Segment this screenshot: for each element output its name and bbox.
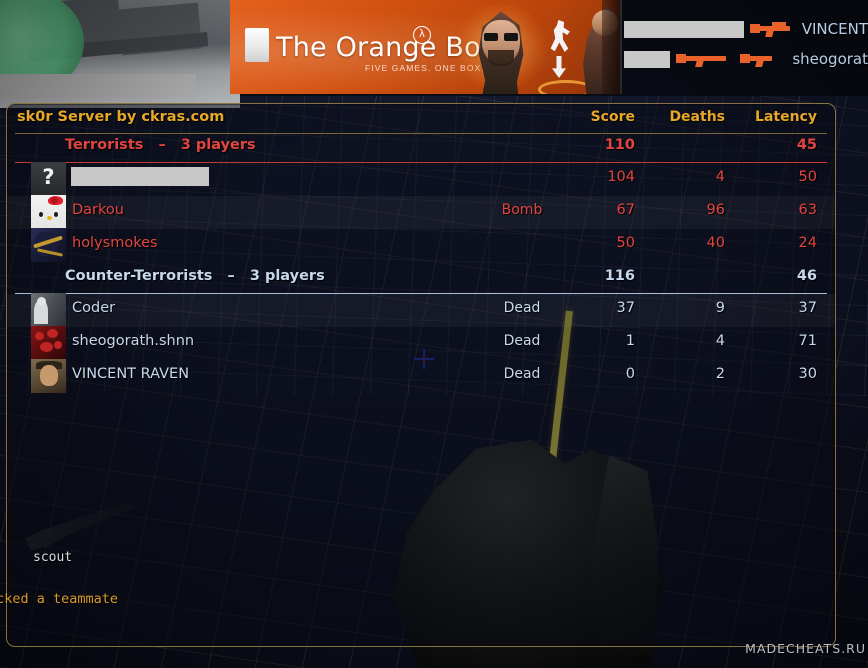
smg-icon: [740, 50, 786, 68]
team-score: 110: [604, 137, 635, 153]
player-latency: 30: [798, 366, 817, 382]
player-name: sheogorath.shnn: [72, 333, 195, 349]
player-score: 104: [607, 169, 635, 185]
team-dash: –: [158, 137, 166, 153]
table-row[interactable]: 104 4 50: [7, 162, 835, 196]
player-status: Dead: [503, 300, 541, 316]
team-header-terrorists: Terrorists – 3 players 110 45: [7, 133, 835, 163]
orange-box-logo-icon: [245, 28, 269, 62]
table-row[interactable]: sheogorath.shnn Dead 1 4 71: [7, 326, 835, 360]
anime-avatar: [31, 228, 66, 262]
player-deaths: 4: [715, 333, 725, 349]
team-player-count: 3 players: [249, 268, 325, 284]
censored-killer-name: [624, 50, 671, 68]
player-score: 1: [625, 333, 635, 349]
column-header-deaths: Deaths: [669, 109, 725, 125]
kill-feed-victim: sheogorat: [792, 50, 868, 68]
team-latency: 46: [796, 268, 817, 284]
player-latency: 37: [798, 300, 817, 316]
team-name-label: Terrorists – 3 players: [65, 137, 256, 153]
column-header-latency: Latency: [755, 109, 817, 125]
team-header-counter-terrorists: Counter-Terrorists – 3 players 116 46: [7, 264, 835, 294]
player-score: 50: [616, 235, 635, 251]
table-row[interactable]: Coder Dead 37 9 37: [7, 293, 835, 327]
kill-feed-row: VINCENT: [624, 14, 868, 44]
player-score: 67: [616, 202, 635, 218]
player-name: Coder: [72, 300, 116, 316]
team-name: Terrorists: [65, 137, 144, 153]
player-score: 0: [625, 366, 635, 382]
player-deaths: 96: [706, 202, 725, 218]
gordon-beard: [488, 50, 514, 66]
player-latency: 24: [798, 235, 817, 251]
kill-feed: VINCENT sheogorat: [624, 14, 868, 74]
player-deaths: 2: [715, 366, 725, 382]
player-deaths: 9: [715, 300, 725, 316]
team-name-label: Counter-Terrorists – 3 players: [65, 268, 325, 284]
censored-player-name: [71, 167, 209, 186]
censored-killer-name: [624, 20, 744, 38]
current-weapon-label: scout: [33, 550, 73, 565]
column-header-score: Score: [590, 109, 635, 125]
player-name: VINCENT RAVEN: [72, 366, 190, 382]
sniper-rifle-icon: [749, 20, 796, 38]
player-latency: 50: [798, 169, 817, 185]
player-status: Bomb: [501, 202, 543, 218]
player-deaths: 4: [715, 169, 725, 185]
player-deaths: 40: [706, 235, 725, 251]
kill-feed-row: sheogorat: [624, 44, 868, 74]
game-screen: The Orange Box λ FIVE GAMES. ONE BOX. VI…: [0, 0, 868, 668]
coder-avatar: [31, 293, 66, 327]
site-watermark: MADECHEATS.RU: [745, 641, 866, 656]
scoreboard-header: sk0r Server by ckras.com Score Deaths La…: [7, 104, 835, 134]
table-row[interactable]: Darkou Bomb 67 96 63: [7, 195, 835, 229]
scoreboard-panel: sk0r Server by ckras.com Score Deaths La…: [6, 103, 836, 647]
team-name: Counter-Terrorists: [65, 268, 213, 284]
unknown-avatar: [31, 162, 66, 196]
player-score: 37: [616, 300, 635, 316]
lambda-icon: λ: [413, 26, 431, 44]
table-row[interactable]: VINCENT RAVEN Dead 0 2 30: [7, 359, 835, 393]
chat-message: acked a teammate: [0, 591, 119, 607]
player-name: holysmokes: [72, 235, 158, 251]
player-status: Dead: [503, 333, 541, 349]
ak47-icon: [676, 50, 734, 68]
orange-box-banner[interactable]: The Orange Box λ FIVE GAMES. ONE BOX.: [230, 0, 622, 94]
hello-kitty-avatar: [31, 195, 66, 229]
team-player-count: 3 players: [180, 137, 256, 153]
face-avatar: [31, 359, 66, 393]
red-avatar: [31, 326, 66, 360]
banner-shadow: [602, 0, 620, 94]
kill-feed-victim: VINCENT: [801, 20, 868, 38]
team-dash: –: [227, 268, 235, 284]
player-status: Dead: [503, 366, 541, 382]
player-name: Darkou: [72, 202, 124, 218]
player-latency: 71: [798, 333, 817, 349]
glasses-icon: [484, 33, 518, 41]
team-score: 116: [604, 268, 635, 284]
server-title: sk0r Server by ckras.com: [17, 109, 225, 125]
table-row[interactable]: holysmokes 50 40 24: [7, 228, 835, 262]
player-latency: 63: [798, 202, 817, 218]
team-latency: 45: [796, 137, 817, 153]
